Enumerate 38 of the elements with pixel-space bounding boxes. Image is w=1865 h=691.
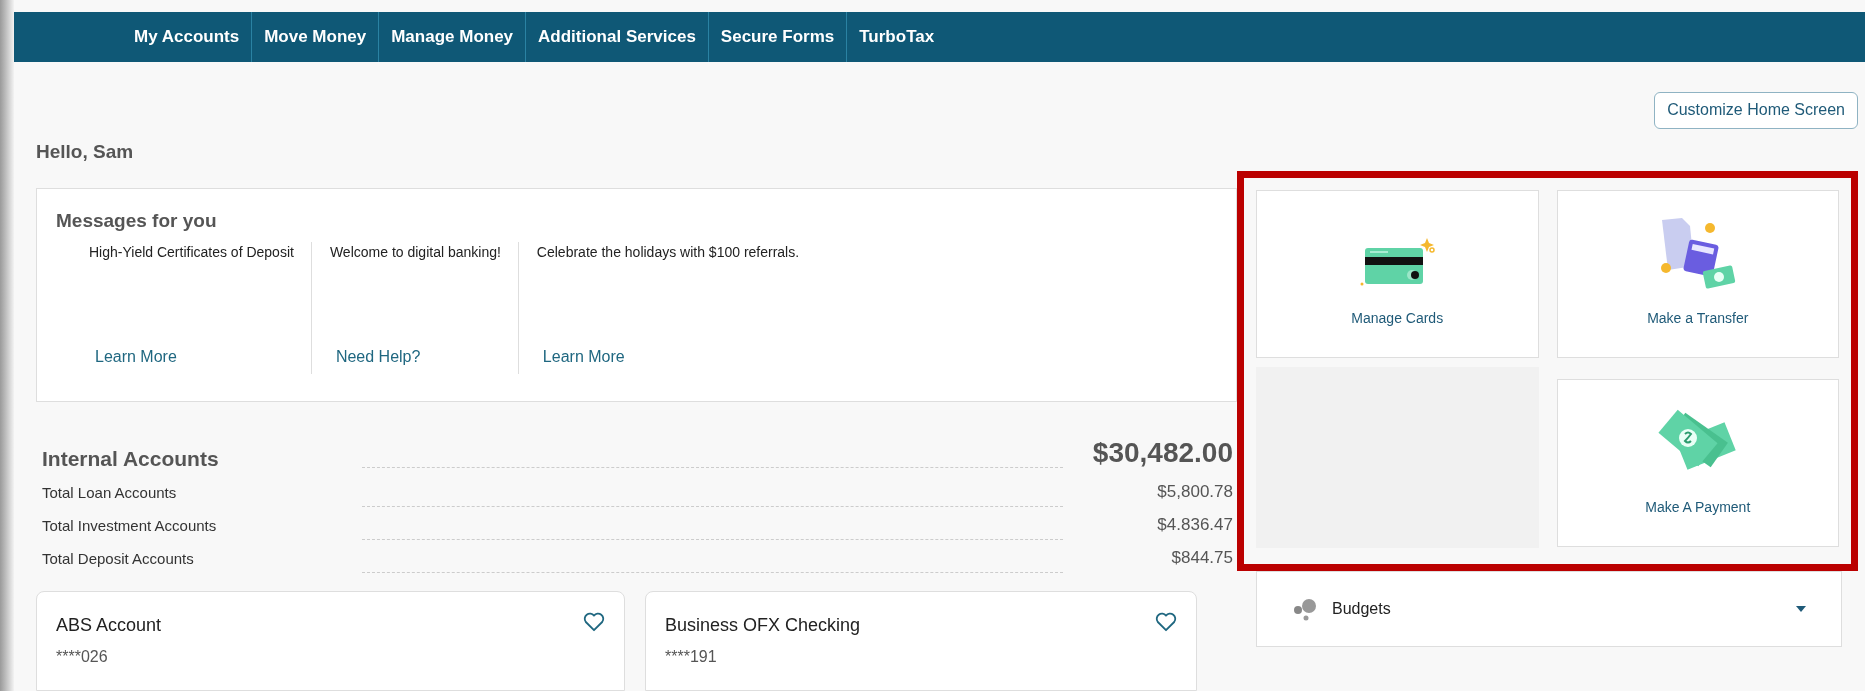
- nav-item[interactable]: Additional Services: [525, 12, 708, 62]
- message-link[interactable]: Learn More: [89, 344, 294, 374]
- message-text: Celebrate the holidays with $100 referrals.: [536, 242, 800, 262]
- greeting: Hello, Sam: [36, 139, 135, 164]
- action-tile[interactable]: Make a Transfer: [1556, 189, 1839, 358]
- message-text: High-Yield Certificates of Deposit: [89, 242, 294, 262]
- account-total-label: Total Investment Accounts: [42, 515, 218, 536]
- nav-item[interactable]: TurboTax: [846, 12, 947, 62]
- section-title: Internal Accounts: [42, 445, 220, 472]
- nav-item[interactable]: Manage Money: [378, 12, 526, 62]
- caret-icon[interactable]: [1796, 605, 1806, 612]
- account-total-label: Total Deposit Accounts: [42, 548, 195, 569]
- customize-button[interactable]: Customize Home Screen: [1654, 91, 1858, 129]
- account-total-amount: $4.836.47: [1156, 513, 1233, 536]
- nav-item[interactable]: Move Money: [251, 12, 379, 62]
- nav-item[interactable]: Secure Forms: [707, 12, 847, 62]
- messages-title: Messages for you: [56, 209, 218, 233]
- account-number: ****026: [56, 647, 109, 667]
- budgets-label: Budgets: [1332, 598, 1391, 619]
- heart-icon[interactable]: [583, 612, 605, 632]
- action-tile[interactable]: Manage Cards: [1256, 189, 1539, 358]
- account-total-amount: $844.75: [1170, 546, 1233, 569]
- message-link[interactable]: Learn More: [536, 344, 800, 374]
- action-tile[interactable]: Make A Payment: [1556, 378, 1839, 547]
- account-name: ABS Account: [56, 614, 162, 637]
- heart-icon[interactable]: [1155, 612, 1177, 632]
- message-text: Welcome to digital banking!: [329, 242, 501, 262]
- bubbles-icon: [1292, 596, 1318, 621]
- account-total-label: Total Loan Accounts: [42, 482, 178, 503]
- account-name: Business OFX Checking: [665, 614, 861, 637]
- account-number: ****191: [665, 647, 718, 667]
- account-total-amount: $5,800.78: [1156, 480, 1233, 503]
- account-card[interactable]: ABS Account ****026: [36, 591, 625, 691]
- message-link[interactable]: Need Help?: [329, 344, 501, 374]
- budgets-panel[interactable]: Budgets: [1256, 570, 1842, 647]
- account-card[interactable]: Business OFX Checking ****191: [645, 591, 1197, 691]
- nav-item[interactable]: My Accounts: [122, 12, 252, 62]
- total-amount: $30,482.00: [1091, 436, 1233, 470]
